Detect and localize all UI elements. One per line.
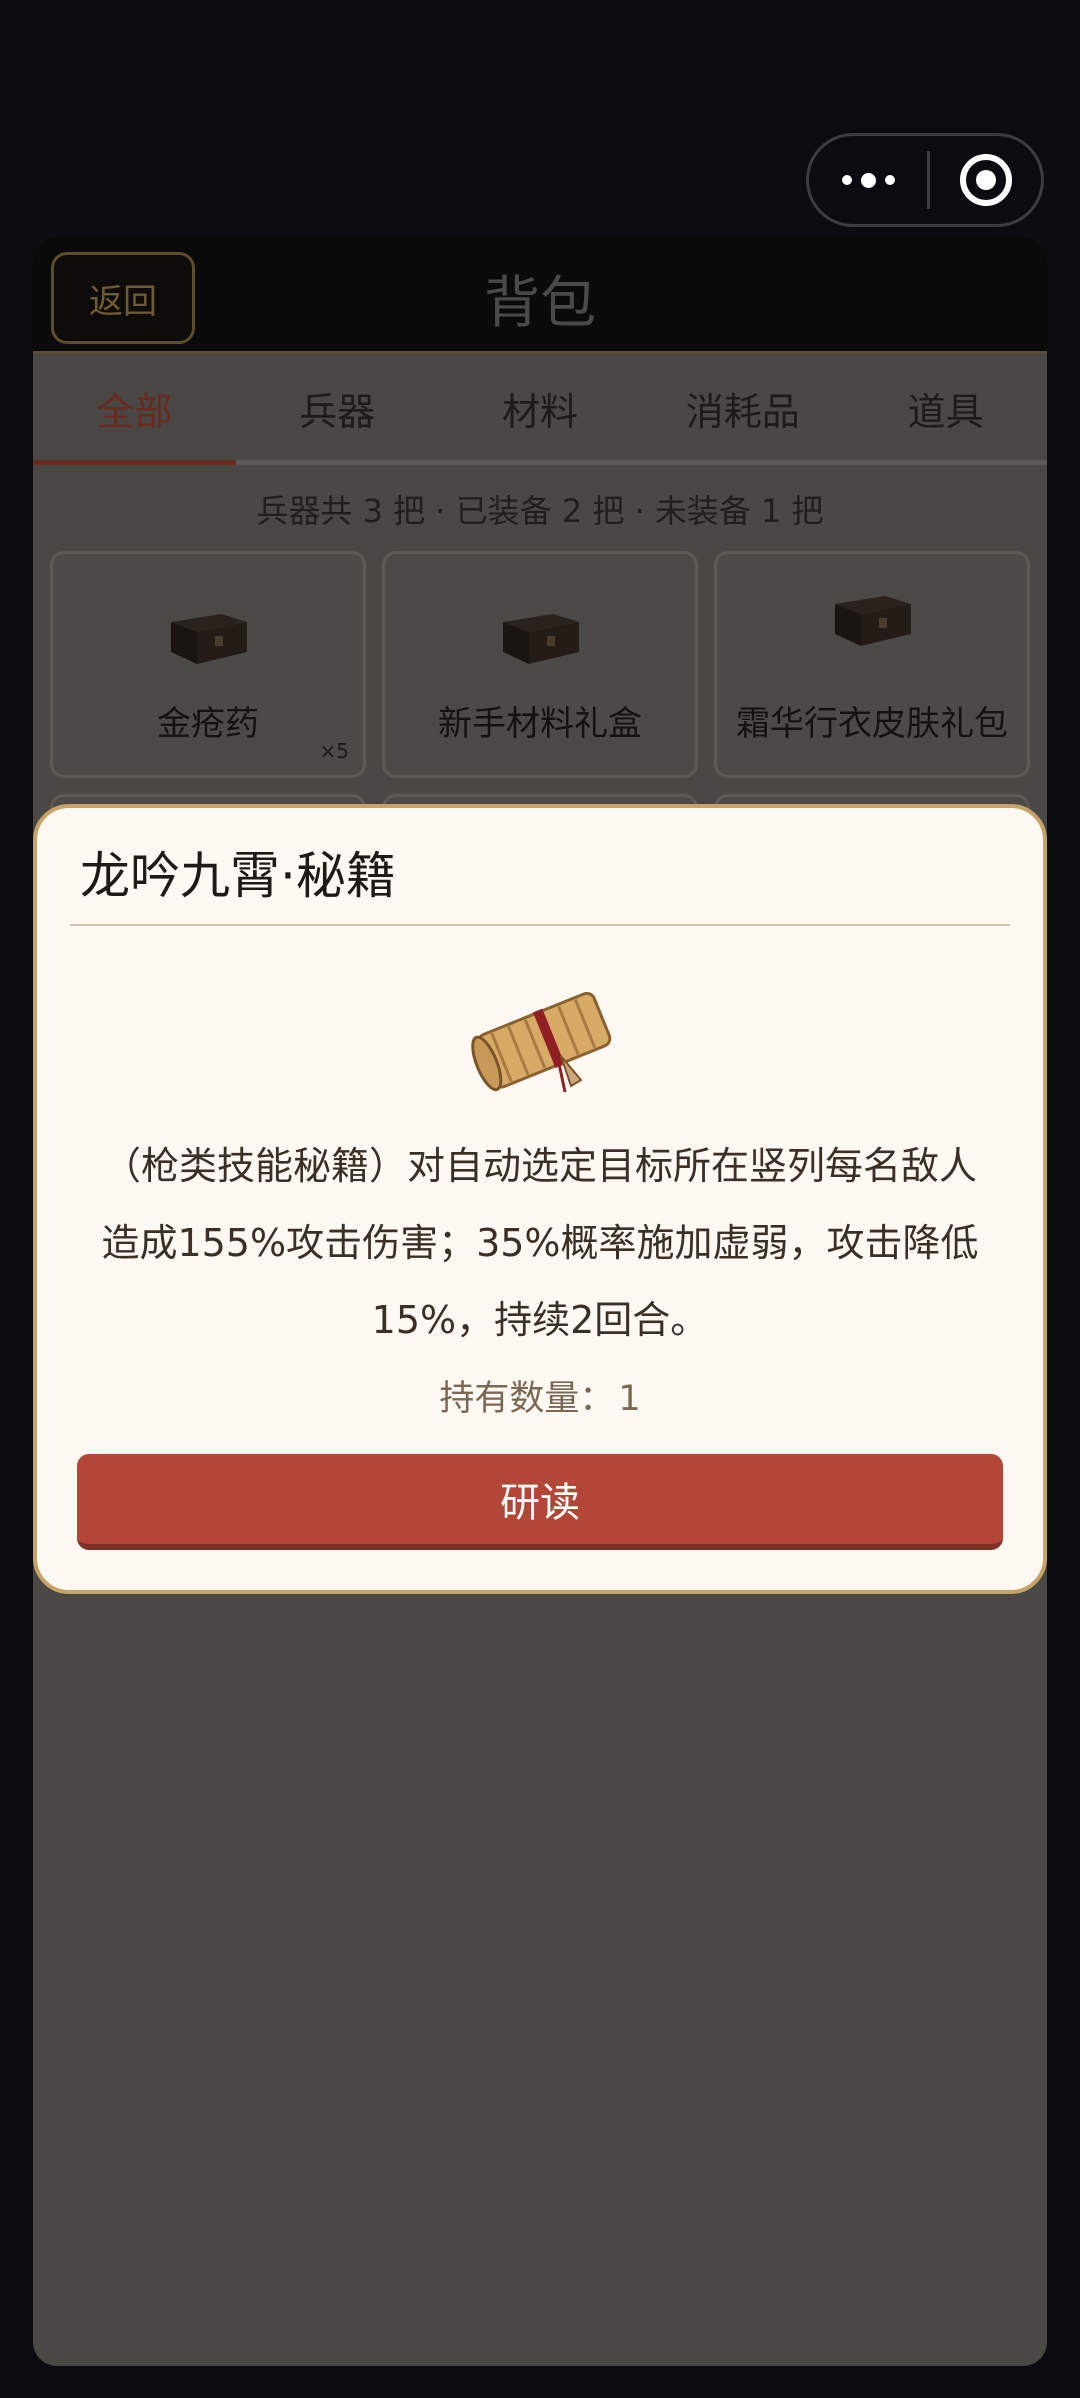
item-card[interactable]: 金疮药 ×5 [50,551,366,778]
item-name: 金疮药 [157,704,259,744]
item-detail-modal: 龙吟九霄·秘籍 （枪类技能秘籍）对自动选定目标所在竖列每名敌人造成155%攻击伤… [33,804,1047,1594]
tab-consumables[interactable]: 消耗品 [641,357,844,460]
item-card[interactable]: 霜华行衣皮肤礼包 [714,551,1030,778]
item-name: 新手材料礼盒 [438,704,642,744]
chest-icon [503,614,579,664]
holding-label: 持有数量： [439,1379,615,1419]
miniprogram-capsule [806,133,1044,227]
item-card[interactable]: 新手材料礼盒 [382,551,698,778]
category-tabs: 全部 兵器 材料 消耗品 道具 [33,357,1047,465]
tab-all[interactable]: 全部 [33,357,236,465]
more-dots-icon[interactable] [809,136,927,224]
weapon-summary: 兵器共 3 把 · 已装备 2 把 · 未装备 1 把 [256,492,824,530]
chest-icon [835,596,911,646]
target-circle-icon[interactable] [930,154,1041,206]
tab-props[interactable]: 道具 [844,357,1047,460]
tab-materials[interactable]: 材料 [439,357,642,460]
top-bar: 返回 背包 [33,236,1047,354]
study-button[interactable]: 研读 [77,1454,1003,1550]
chest-icon [171,614,247,664]
scroll-icon [471,991,612,1093]
holding-count: 持有数量： 1 [37,1370,1043,1421]
modal-description: （枪类技能秘籍）对自动选定目标所在竖列每名敌人造成155%攻击伤害；35%概率施… [101,1144,979,1342]
modal-title: 龙吟九霄·秘籍 [80,847,396,905]
holding-value: 1 [618,1379,641,1419]
page-title: 背包 [484,271,596,336]
tab-weapons[interactable]: 兵器 [236,357,439,460]
item-name: 霜华行衣皮肤礼包 [736,704,1008,744]
modal-divider [70,924,1010,926]
item-quantity: ×5 [319,739,349,763]
